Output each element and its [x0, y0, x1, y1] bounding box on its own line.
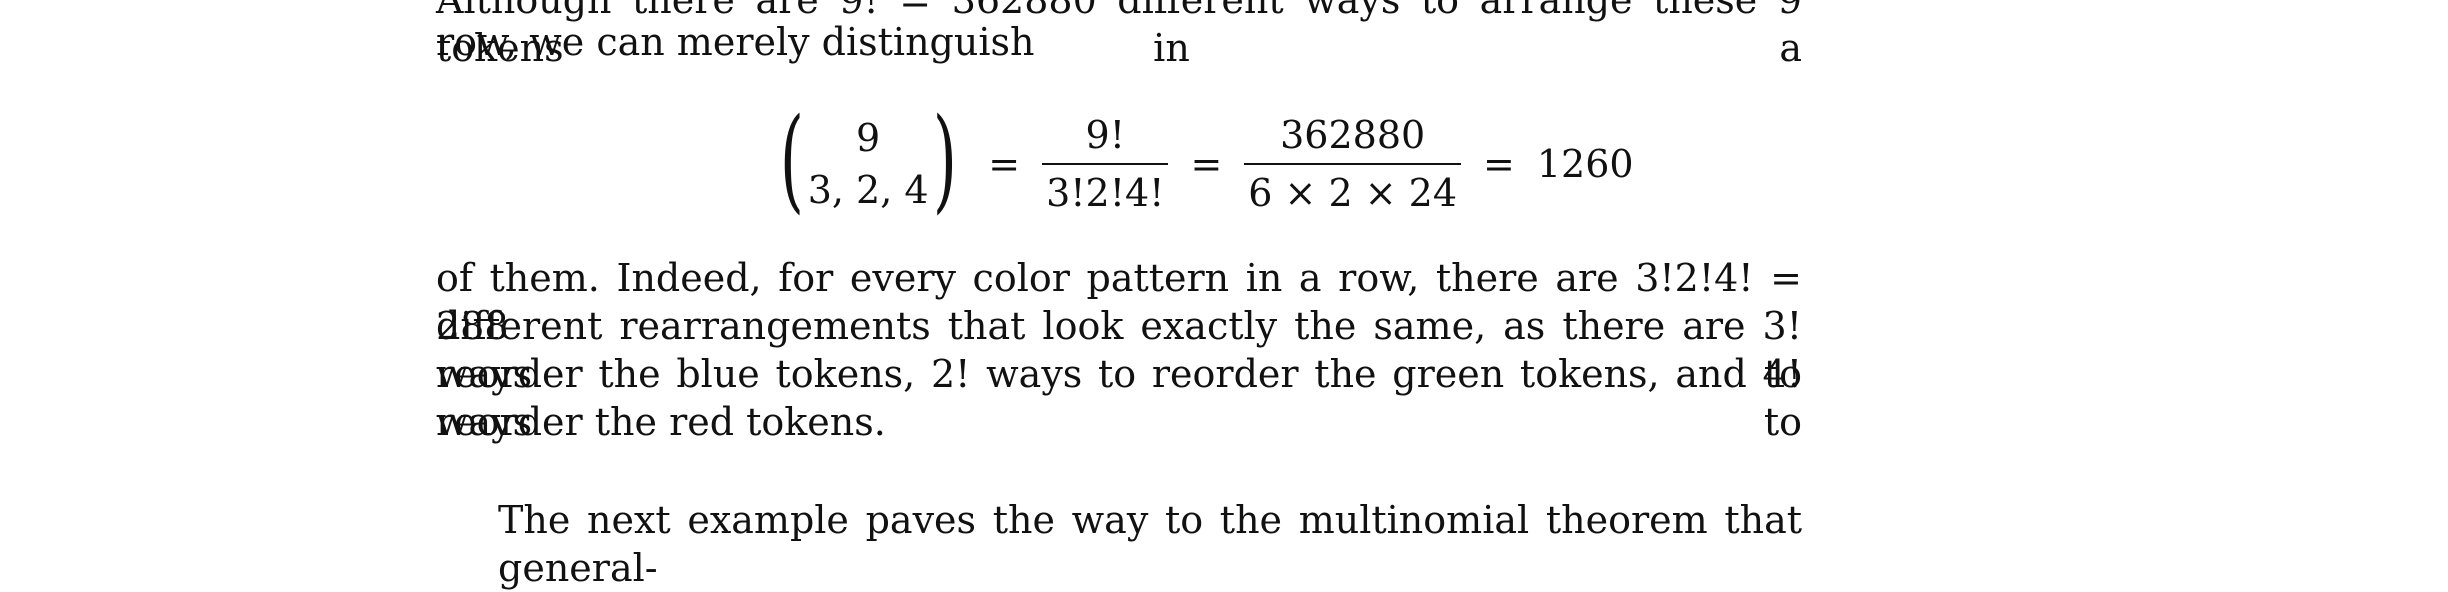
text-line-bottom-partial: The next example paves the way to the mu… — [498, 498, 1802, 590]
left-paren: ( — [779, 95, 804, 225]
fraction-2-denominator: 6 × 2 × 24 — [1248, 171, 1457, 215]
multinomial-equation: ( 9 3, 2, 4 ) = 9! 3!2!4! = 362880 6 × 2… — [770, 104, 1634, 224]
fraction-values: 362880 6 × 2 × 24 — [1244, 111, 1461, 217]
equals-sign-2: = — [1190, 142, 1223, 186]
document-page: Although there are 9! = 362880 different… — [0, 0, 2448, 590]
equals-sign-1: = — [988, 142, 1021, 186]
fraction-2-numerator: 362880 — [1280, 113, 1426, 157]
fraction-factorials: 9! 3!2!4! — [1042, 111, 1169, 217]
multinomial-coefficient: ( 9 3, 2, 4 ) — [770, 104, 966, 216]
right-paren: ) — [932, 95, 957, 225]
equation-result: 1260 — [1536, 142, 1634, 186]
paragraph-line-last: reorder the red tokens. — [436, 400, 886, 444]
binom-top: 9 — [856, 116, 881, 160]
text-line-row-distinguish: row, we can merely distinguish — [436, 20, 1035, 64]
fraction-1-numerator: 9! — [1085, 113, 1125, 157]
binom-bottom: 3, 2, 4 — [807, 168, 929, 212]
binom-stack: 9 3, 2, 4 — [808, 112, 929, 216]
fraction-1-denominator: 3!2!4! — [1046, 171, 1165, 215]
equals-sign-3: = — [1483, 142, 1515, 186]
